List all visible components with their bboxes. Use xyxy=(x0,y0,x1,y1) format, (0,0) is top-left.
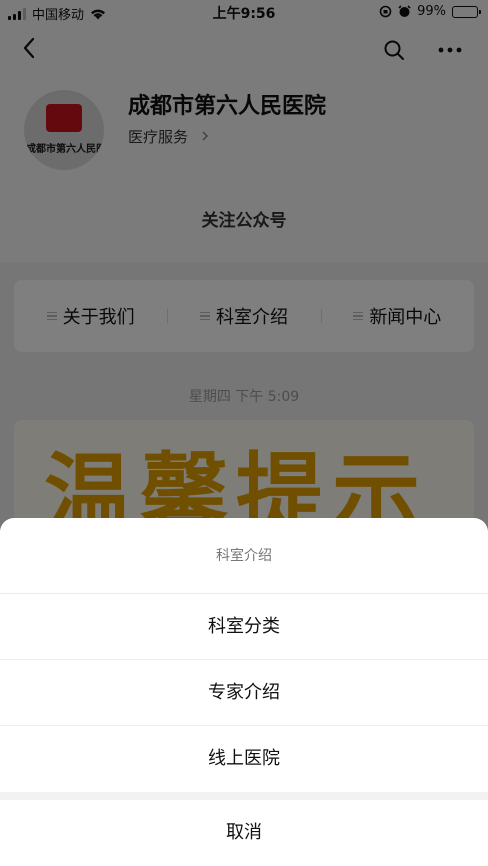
sheet-divider xyxy=(0,792,488,800)
option-online-hospital[interactable]: 线上医院 xyxy=(0,726,488,792)
option-department-categories[interactable]: 科室分类 xyxy=(0,594,488,660)
action-sheet-title: 科室介绍 xyxy=(0,518,488,594)
action-sheet: 科室介绍 科室分类 专家介绍 线上医院 取消 xyxy=(0,518,488,866)
option-expert-introduction[interactable]: 专家介绍 xyxy=(0,660,488,726)
cancel-button[interactable]: 取消 xyxy=(0,800,488,866)
